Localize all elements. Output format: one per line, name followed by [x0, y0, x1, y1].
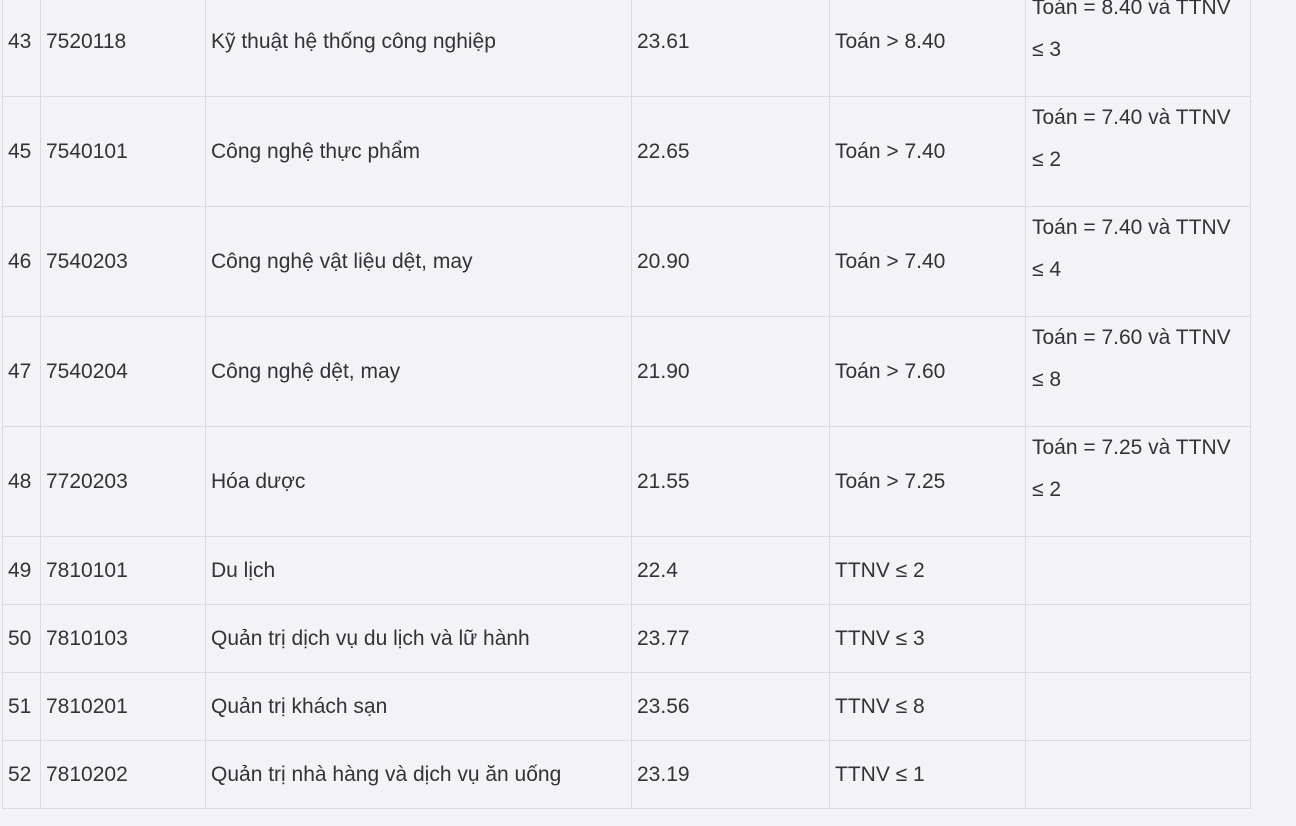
- cell-stt: 46: [2, 206, 41, 317]
- cell-name: Quản trị khách sạn: [205, 672, 632, 741]
- note-line-2: ≤ 4: [1032, 258, 1062, 281]
- note-line-1: Toán = 7.60 và TTNV: [1032, 326, 1231, 349]
- cell-score: 23.61: [631, 0, 830, 97]
- cell-stt: 47: [2, 316, 41, 427]
- note-line-1: Toán = 7.40 và TTNV: [1032, 216, 1231, 239]
- cell-note: [1025, 536, 1251, 605]
- cell-code: 7810103: [40, 604, 206, 673]
- cell-code: 7810202: [40, 740, 206, 809]
- cell-code: 7540203: [40, 206, 206, 317]
- cell-stt: 50: [2, 604, 41, 673]
- admission-score-table-container: 43 7520118 Kỹ thuật hệ thống công nghiệp…: [2, 0, 1251, 809]
- cell-note: Toán = 8.40 và TTNV ≤ 3: [1025, 0, 1251, 97]
- note-line-2: ≤ 3: [1032, 38, 1062, 61]
- cell-criteria: Toán > 8.40: [829, 0, 1026, 97]
- cell-code: 7810101: [40, 536, 206, 605]
- table-row: 45 7540101 Công nghệ thực phẩm 22.65 Toá…: [2, 96, 1251, 207]
- cell-note: Toán = 7.40 và TTNV ≤ 4: [1025, 206, 1251, 317]
- cell-criteria: Toán > 7.40: [829, 96, 1026, 207]
- cell-stt: 49: [2, 536, 41, 605]
- cell-note: Toán = 7.60 và TTNV ≤ 8: [1025, 316, 1251, 427]
- note-line-1: Toán = 7.40 và TTNV: [1032, 106, 1231, 129]
- cell-criteria: TTNV ≤ 8: [829, 672, 1026, 741]
- cell-score: 22.4: [631, 536, 830, 605]
- cell-score: 23.56: [631, 672, 830, 741]
- table-row: 50 7810103 Quản trị dịch vụ du lịch và l…: [2, 604, 1251, 673]
- table-row: 46 7540203 Công nghệ vật liệu dệt, may 2…: [2, 206, 1251, 317]
- note-line-2: ≤ 2: [1032, 478, 1062, 501]
- cell-name: Công nghệ dệt, may: [205, 316, 632, 427]
- table-row: 49 7810101 Du lịch 22.4 TTNV ≤ 2: [2, 536, 1251, 605]
- note-line-1: Toán = 7.25 và TTNV: [1032, 436, 1231, 459]
- cell-stt: 43: [2, 0, 41, 97]
- cell-stt: 45: [2, 96, 41, 207]
- cell-note: [1025, 604, 1251, 673]
- cell-name: Hóa dược: [205, 426, 632, 537]
- cell-stt: 52: [2, 740, 41, 809]
- cell-note: [1025, 740, 1251, 809]
- cell-name: Quản trị nhà hàng và dịch vụ ăn uống: [205, 740, 632, 809]
- table-row: 52 7810202 Quản trị nhà hàng và dịch vụ …: [2, 740, 1251, 809]
- cell-stt: 51: [2, 672, 41, 741]
- cell-criteria: Toán > 7.40: [829, 206, 1026, 317]
- cell-score: 21.90: [631, 316, 830, 427]
- cell-score: 23.77: [631, 604, 830, 673]
- cell-code: 7540204: [40, 316, 206, 427]
- note-line-2: ≤ 2: [1032, 148, 1062, 171]
- cell-note: Toán = 7.40 và TTNV ≤ 2: [1025, 96, 1251, 207]
- cell-code: 7540101: [40, 96, 206, 207]
- cell-criteria: Toán > 7.25: [829, 426, 1026, 537]
- admission-score-table: 43 7520118 Kỹ thuật hệ thống công nghiệp…: [2, 0, 1251, 809]
- note-line-2: ≤ 8: [1032, 368, 1062, 391]
- table-row: 48 7720203 Hóa dược 21.55 Toán > 7.25 To…: [2, 426, 1251, 537]
- table-row: 51 7810201 Quản trị khách sạn 23.56 TTNV…: [2, 672, 1251, 741]
- cell-score: 21.55: [631, 426, 830, 537]
- cell-name: Kỹ thuật hệ thống công nghiệp: [205, 0, 632, 97]
- cell-score: 23.19: [631, 740, 830, 809]
- cell-name: Quản trị dịch vụ du lịch và lữ hành: [205, 604, 632, 673]
- table-row: 43 7520118 Kỹ thuật hệ thống công nghiệp…: [2, 0, 1251, 97]
- table-row: 47 7540204 Công nghệ dệt, may 21.90 Toán…: [2, 316, 1251, 427]
- cell-score: 22.65: [631, 96, 830, 207]
- cell-note: [1025, 672, 1251, 741]
- cell-note: Toán = 7.25 và TTNV ≤ 2: [1025, 426, 1251, 537]
- cell-criteria: TTNV ≤ 3: [829, 604, 1026, 673]
- cell-criteria: TTNV ≤ 1: [829, 740, 1026, 809]
- cell-score: 20.90: [631, 206, 830, 317]
- cell-code: 7520118: [40, 0, 206, 97]
- cell-code: 7810201: [40, 672, 206, 741]
- cell-stt: 48: [2, 426, 41, 537]
- cell-criteria: TTNV ≤ 2: [829, 536, 1026, 605]
- note-line-1: Toán = 8.40 và TTNV: [1032, 0, 1231, 19]
- cell-criteria: Toán > 7.60: [829, 316, 1026, 427]
- cell-code: 7720203: [40, 426, 206, 537]
- cell-name: Du lịch: [205, 536, 632, 605]
- cell-name: Công nghệ thực phẩm: [205, 96, 632, 207]
- cell-name: Công nghệ vật liệu dệt, may: [205, 206, 632, 317]
